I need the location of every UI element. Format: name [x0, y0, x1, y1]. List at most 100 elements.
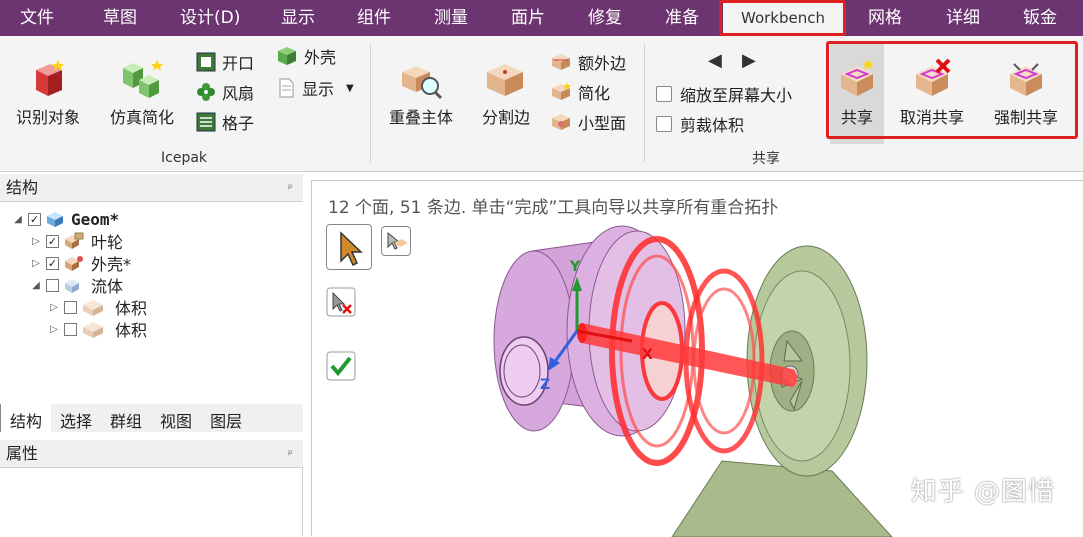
checkmark-icon [326, 351, 356, 381]
extra-edge-button[interactable]: 额外边 [550, 50, 626, 74]
opening-button[interactable]: 开口 [196, 50, 254, 74]
tree-checkbox[interactable]: ✓ [28, 212, 41, 226]
chevron-down-icon: ▼ [346, 82, 354, 94]
properties-panel-title: 属性 [6, 444, 39, 463]
tree-checkbox[interactable]: ✓ [46, 234, 59, 248]
menu-display[interactable]: 显示 [281, 0, 315, 36]
zoom-fit-label: 缩放至屏幕大小 [680, 86, 793, 105]
small-face-button[interactable]: 小型面 [550, 110, 626, 134]
unshare-button[interactable]: 取消共享 [894, 58, 970, 128]
tree-item-volume[interactable]: ▷ 体积 [48, 318, 147, 340]
menu-workbench[interactable]: Workbench [723, 0, 843, 36]
collapse-icon[interactable]: ◢ [12, 214, 24, 225]
expand-icon[interactable]: ▷ [48, 324, 60, 335]
menu-measure[interactable]: 测量 [434, 0, 468, 36]
pin-icon[interactable]: ᵖ [288, 440, 293, 468]
unshare-label: 取消共享 [899, 108, 964, 127]
menu-assembly[interactable]: 组件 [357, 0, 391, 36]
share-button[interactable]: 共享 [830, 58, 884, 128]
tree-item-impeller[interactable]: ▷ ✓ 叶轮 [30, 230, 123, 252]
properties-panel-body [0, 468, 303, 536]
expand-icon[interactable]: ▷ [48, 302, 60, 313]
simplify-icon [552, 82, 571, 100]
tree-checkbox[interactable] [64, 300, 77, 314]
tree-checkbox[interactable]: ✓ [46, 256, 59, 270]
menu-sketch[interactable]: 草图 [103, 0, 137, 36]
zoom-fit-checkbox-box[interactable] [656, 86, 672, 102]
crop-volume-label: 剪裁体积 [680, 116, 745, 135]
sim-simplify-label: 仿真简化 [109, 108, 174, 127]
pin-icon[interactable]: ᵖ [288, 174, 293, 202]
select-face-tool-button[interactable] [381, 226, 411, 256]
fan-button[interactable]: 风扇 [196, 80, 254, 104]
tree-checkbox[interactable] [64, 322, 77, 336]
overlap-body-icon [402, 66, 443, 100]
crop-volume-checkbox-box[interactable] [656, 116, 672, 132]
split-edge-label: 分割边 [481, 108, 530, 127]
icepak-group-label: Icepak [161, 150, 208, 166]
tree-impeller-label: 叶轮 [91, 233, 124, 252]
tab-layers[interactable]: 图层 [201, 404, 251, 432]
collapse-icon[interactable]: ◢ [30, 280, 42, 291]
tree-item-volume[interactable]: ▷ 体积 [48, 296, 147, 318]
tree-item-root[interactable]: ◢ ✓ Geom* [12, 208, 119, 230]
red-cube-icon [36, 60, 64, 96]
expand-icon[interactable]: ▷ [30, 258, 42, 269]
deselect-tool-button[interactable] [326, 287, 356, 317]
force-share-button[interactable]: 强制共享 [988, 58, 1064, 128]
menu-detail[interactable]: 详细 [946, 0, 980, 36]
panel-tab-bar: 结构 选择 群组 视图 图层 [0, 404, 303, 432]
tab-views[interactable]: 视图 [151, 404, 201, 432]
opening-icon [196, 52, 216, 72]
tab-structure[interactable]: 结构 [0, 404, 52, 432]
axis-y-label: Y [569, 259, 581, 275]
ribbon: 识别对象 仿真简化 开口 风扇 格子 外壳 显示 ▼ Icepak 重叠主体 分… [0, 36, 1083, 172]
grille-label: 格子 [222, 114, 255, 133]
green-cubes-icon [123, 60, 163, 98]
menu-sheet-metal[interactable]: 钣金 [1023, 0, 1057, 36]
zoom-fit-checkbox[interactable]: 缩放至屏幕大小 [656, 82, 792, 106]
menu-mesh[interactable]: 网格 [868, 0, 902, 36]
tree-checkbox[interactable] [46, 278, 59, 292]
extra-edge-label: 额外边 [578, 54, 627, 73]
tree-item-housing[interactable]: ▷ ✓ 外壳* [30, 252, 131, 274]
enclosure-icon [278, 47, 296, 65]
identify-objects-label: 识别对象 [15, 108, 80, 127]
ribbon-separator [370, 44, 371, 162]
axis-z-label: Z [540, 377, 550, 393]
identify-objects-button[interactable]: 识别对象 [12, 58, 84, 128]
split-edge-button[interactable]: 分割边 [476, 58, 536, 128]
display-dropdown[interactable]: 显示 ▼ [276, 76, 354, 100]
volume-body-icon [83, 300, 103, 316]
tab-selection[interactable]: 选择 [51, 404, 101, 432]
expand-icon[interactable]: ▷ [30, 236, 42, 247]
menu-prepare[interactable]: 准备 [665, 0, 699, 36]
sim-simplify-button[interactable]: 仿真简化 [106, 58, 178, 128]
menu-repair[interactable]: 修复 [588, 0, 622, 36]
menu-design[interactable]: 设计(D) [180, 0, 240, 36]
structure-panel-header: 结构 ᵖ [0, 174, 303, 202]
tree-item-fluid[interactable]: ◢ 流体 [30, 274, 123, 296]
overlap-body-button[interactable]: 重叠主体 [384, 58, 458, 128]
grille-button[interactable]: 格子 [196, 110, 254, 134]
watermark-text: 知乎 @图惜 [910, 477, 1055, 507]
select-tool-button[interactable] [326, 224, 372, 270]
next-arrow-icon[interactable]: ▶ [742, 50, 756, 71]
axis-x-label: X [642, 347, 653, 363]
force-share-label: 强制共享 [993, 108, 1058, 127]
complete-tool-button[interactable] [326, 351, 356, 381]
menu-facets[interactable]: 面片 [511, 0, 545, 36]
small-face-label: 小型面 [578, 114, 627, 133]
simplify-button[interactable]: 简化 [550, 80, 610, 104]
enclosure-button[interactable]: 外壳 [276, 44, 336, 68]
tab-groups[interactable]: 群组 [101, 404, 151, 432]
tree-volume-label: 体积 [115, 299, 148, 318]
grille-icon [196, 112, 216, 132]
3d-viewport[interactable]: 12 个面, 51 条边. 单击“完成”工具向导以共享所有重合拓扑 Y X Z … [311, 180, 1083, 537]
crop-volume-checkbox[interactable]: 剪裁体积 [656, 112, 744, 136]
extra-edge-icon [552, 54, 570, 70]
select-arrow-icon [340, 231, 363, 267]
menu-file[interactable]: 文件 [20, 0, 54, 36]
previous-arrow-icon[interactable]: ◀ [708, 50, 722, 71]
overlap-body-label: 重叠主体 [388, 108, 453, 127]
